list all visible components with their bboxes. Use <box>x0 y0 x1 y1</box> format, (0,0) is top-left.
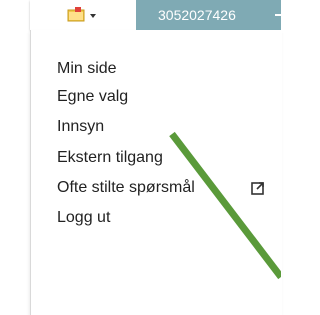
menu-item-label: Ofte stilte spørsmål <box>57 179 195 196</box>
external-link-icon <box>251 182 264 195</box>
menu-item-ofte-stilte-sporsmal[interactable]: Ofte stilte spørsmål <box>57 177 195 199</box>
menu-item-label: Egne valg <box>57 88 129 105</box>
menu-item-logg-ut[interactable]: Logg ut <box>57 207 110 229</box>
folder-note-icon <box>67 7 85 22</box>
menu-item-label: Innsyn <box>57 118 105 135</box>
account-number: 3052027426 <box>158 7 236 23</box>
account-selector[interactable]: 3052027426 <box>136 0 281 30</box>
menu-item-ekstern-tilgang[interactable]: Ekstern tilgang <box>57 147 163 169</box>
screenshot: 3052027426 Min side Egne valg Innsyn Eks… <box>0 0 282 315</box>
menu-item-min-side[interactable]: Min side <box>57 58 117 80</box>
menu-item-label: Logg ut <box>57 209 111 226</box>
menu-item-label: Min side <box>57 60 117 77</box>
account-caret-icon <box>275 14 281 16</box>
top-bar: 3052027426 <box>0 0 281 30</box>
menu-item-label: Ekstern tilgang <box>57 149 163 166</box>
menu-item-innsyn[interactable]: Innsyn <box>57 116 104 138</box>
caret-down-icon <box>90 14 96 18</box>
menu-item-egne-valg[interactable]: Egne valg <box>57 86 128 108</box>
